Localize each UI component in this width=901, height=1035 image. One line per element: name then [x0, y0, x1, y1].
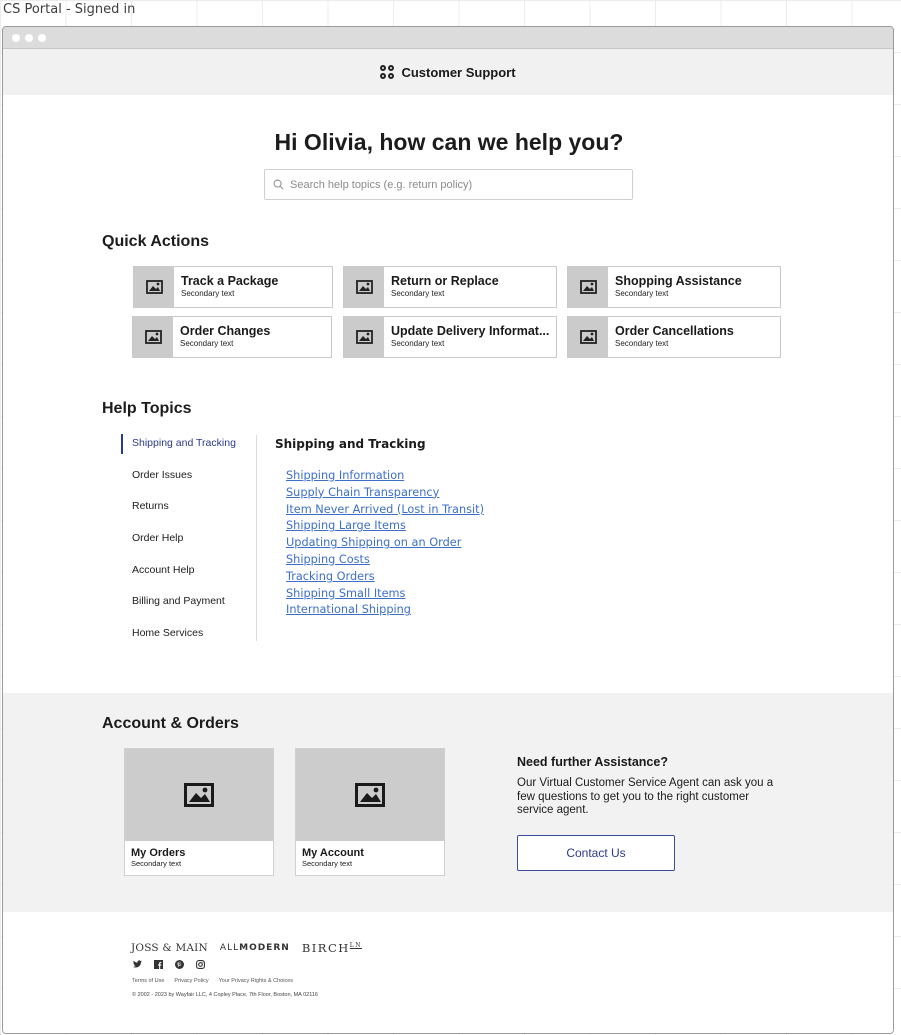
- topic-link[interactable]: Supply Chain Transparency: [286, 485, 484, 502]
- quick-action-label: Order Changes: [180, 324, 271, 338]
- quick-action-label: Order Cancellations: [615, 324, 734, 338]
- quick-action-secondary: Secondary text: [181, 289, 235, 298]
- quick-actions-title: Quick Actions: [102, 233, 209, 250]
- topic-link[interactable]: Shipping Information: [286, 468, 484, 485]
- footer-link-privacy[interactable]: Privacy Policy: [174, 978, 208, 984]
- topic-order-issues[interactable]: Order Issues: [132, 469, 192, 481]
- image-placeholder-icon: [344, 317, 384, 357]
- page-title: Hi Olivia, how can we help you?: [274, 129, 624, 155]
- footer-links: Terms of Use Privacy Policy Your Privacy…: [132, 978, 293, 984]
- window-dot-icon[interactable]: [25, 33, 33, 42]
- active-topic-indicator: [121, 434, 123, 454]
- copyright: © 2002 - 2023 by Wayfair LLC, 4 Copley P…: [132, 992, 318, 998]
- social-links: [132, 959, 205, 969]
- search-icon: [273, 179, 284, 190]
- brand-allmodern[interactable]: ALLMODERN: [220, 943, 290, 953]
- topic-link[interactable]: Tracking Orders: [286, 569, 484, 586]
- brand-joss-main[interactable]: JOSS & MAIN: [131, 942, 208, 954]
- window-titlebar: [3, 27, 893, 49]
- browser-window: Customer Support Hi Olivia, how can we h…: [2, 26, 894, 1034]
- topic-link[interactable]: Shipping Costs: [286, 552, 484, 569]
- quick-action-order-cancellations[interactable]: Order Cancellations Secondary text: [567, 316, 781, 358]
- footer-link-terms[interactable]: Terms of Use: [132, 978, 164, 984]
- image-placeholder-icon: [133, 317, 173, 357]
- quick-action-order-changes[interactable]: Order Changes Secondary text: [132, 316, 332, 358]
- quick-action-secondary: Secondary text: [615, 339, 669, 348]
- pinterest-icon[interactable]: [174, 959, 184, 969]
- topic-link[interactable]: Updating Shipping on an Order: [286, 535, 484, 552]
- quick-action-secondary: Secondary text: [180, 339, 234, 348]
- brand-birch-sup: LN: [349, 942, 363, 950]
- brand-birch-text: BIRCH: [301, 941, 350, 955]
- window-dot-icon[interactable]: [12, 33, 20, 42]
- topic-links-list: Shipping Information Supply Chain Transp…: [286, 468, 484, 619]
- image-placeholder-icon: [344, 267, 384, 307]
- app-header: Customer Support: [3, 49, 893, 95]
- search-input[interactable]: [290, 178, 610, 191]
- image-placeholder-icon: [296, 749, 444, 841]
- quick-action-track-package[interactable]: Track a Package Secondary text: [133, 266, 333, 308]
- footer: JOSS & MAIN ALLMODERN BIRCHLN Terms of U…: [3, 912, 893, 1033]
- brand-birch-lane[interactable]: BIRCHLN: [302, 941, 362, 955]
- image-placeholder-icon: [134, 267, 174, 307]
- image-placeholder-icon: [125, 749, 273, 841]
- card-secondary: Secondary text: [302, 859, 353, 868]
- quick-action-secondary: Secondary text: [391, 339, 445, 348]
- support-logo-icon: [380, 65, 395, 79]
- card-label: My Account: [302, 847, 364, 859]
- topic-link[interactable]: Shipping Large Items: [286, 518, 484, 535]
- contact-us-button[interactable]: Contact Us: [517, 835, 675, 871]
- instagram-icon[interactable]: [195, 959, 205, 969]
- app-title: Customer Support: [401, 64, 516, 80]
- footer-link-privacy-rights[interactable]: Your Privacy Rights & Choices: [219, 978, 293, 984]
- topics-divider: [256, 435, 257, 641]
- topic-account-help[interactable]: Account Help: [132, 564, 194, 576]
- topic-returns[interactable]: Returns: [132, 500, 169, 512]
- quick-action-label: Track a Package: [181, 274, 279, 288]
- quick-action-label: Shopping Assistance: [615, 274, 742, 288]
- my-account-card[interactable]: My Account Secondary text: [295, 748, 445, 876]
- brand-logos: JOSS & MAIN ALLMODERN BIRCHLN: [131, 941, 362, 955]
- quick-action-secondary: Secondary text: [391, 289, 445, 298]
- page-caption: CS Portal - Signed in: [3, 2, 136, 17]
- brand-allmodern-b: MODERN: [239, 943, 290, 953]
- topic-order-help[interactable]: Order Help: [132, 532, 183, 544]
- topic-billing-payment[interactable]: Billing and Payment: [132, 595, 225, 607]
- image-placeholder-icon: [568, 267, 608, 307]
- topic-link[interactable]: International Shipping: [286, 602, 484, 619]
- quick-action-label: Update Delivery Informat...: [391, 324, 550, 338]
- my-orders-card[interactable]: My Orders Secondary text: [124, 748, 274, 876]
- quick-action-label: Return or Replace: [391, 274, 499, 288]
- topic-link[interactable]: Item Never Arrived (Lost in Transit): [286, 502, 484, 519]
- quick-action-secondary: Secondary text: [615, 289, 669, 298]
- quick-action-return-replace[interactable]: Return or Replace Secondary text: [343, 266, 557, 308]
- selected-topic-heading: Shipping and Tracking: [275, 437, 426, 451]
- topic-link[interactable]: Shipping Small Items: [286, 586, 484, 603]
- card-secondary: Secondary text: [131, 859, 182, 868]
- topic-shipping-tracking[interactable]: Shipping and Tracking: [132, 437, 236, 449]
- help-topics-title: Help Topics: [102, 400, 192, 417]
- assistance-title: Need further Assistance?: [517, 755, 668, 769]
- account-orders-title: Account & Orders: [102, 715, 239, 732]
- topic-home-services[interactable]: Home Services: [132, 627, 203, 639]
- facebook-icon[interactable]: [153, 959, 163, 969]
- window-dot-icon[interactable]: [38, 33, 46, 42]
- assistance-body: Our Virtual Customer Service Agent can a…: [517, 777, 774, 816]
- twitter-icon[interactable]: [132, 959, 142, 969]
- image-placeholder-icon: [568, 317, 608, 357]
- brand-allmodern-a: ALL: [219, 943, 240, 953]
- quick-action-update-delivery[interactable]: Update Delivery Informat... Secondary tex…: [343, 316, 557, 358]
- card-label: My Orders: [131, 847, 186, 859]
- search-bar[interactable]: [264, 169, 633, 200]
- quick-action-shopping-assistance[interactable]: Shopping Assistance Secondary text: [567, 266, 781, 308]
